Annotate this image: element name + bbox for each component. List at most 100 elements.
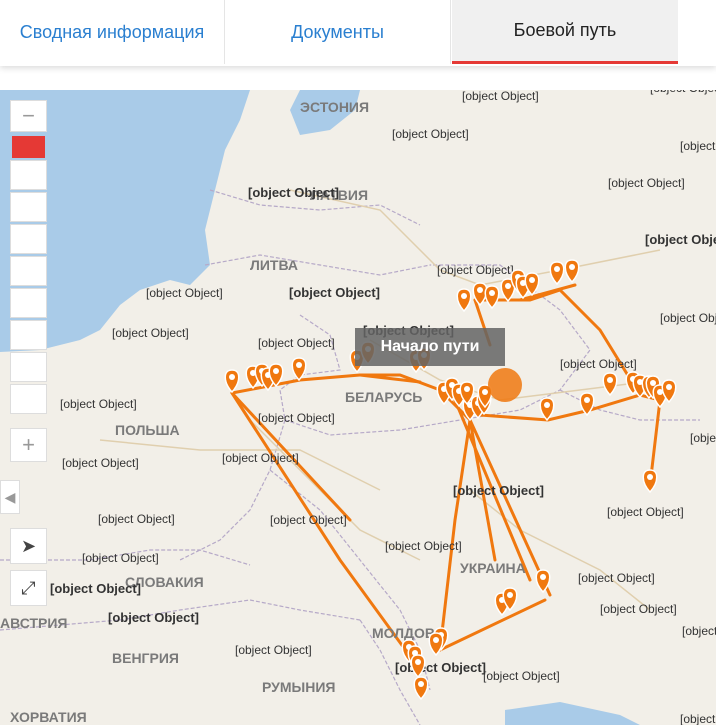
tab-documents[interactable]: Документы	[225, 0, 451, 64]
route-marker-dot	[229, 374, 235, 380]
map-canvas: ЭСТОНИЯ ЛАТВИЯ ЛИТВА БЕЛАРУСЬ ПОЛЬША УКР…	[0, 90, 716, 725]
country-label: ЭСТОНИЯ	[300, 99, 369, 115]
tab-combat-path[interactable]: Боевой путь	[452, 0, 678, 64]
route-marker-dot	[273, 368, 279, 374]
city-label: [object Object]	[235, 643, 312, 657]
city-label: [object Object]	[50, 581, 141, 596]
minus-icon: −	[22, 103, 35, 128]
route-marker-icon[interactable]	[456, 288, 472, 313]
route-marker-dot	[529, 277, 535, 283]
route-marker-icon[interactable]	[549, 261, 565, 286]
route-marker-icon[interactable]	[539, 397, 555, 422]
route-marker-icon[interactable]	[413, 676, 429, 701]
locate-button[interactable]: ➤	[10, 528, 47, 564]
country-label: АВСТРИЯ	[0, 615, 67, 631]
city-label: [object Object]	[607, 505, 684, 519]
navigation-arrow-icon: ➤	[20, 535, 37, 556]
route-marker-dot	[296, 362, 302, 368]
route-marker-dot	[607, 377, 613, 383]
city-label: [object Object]	[258, 336, 335, 350]
route-marker-dot	[477, 287, 483, 293]
zoom-step[interactable]	[10, 288, 47, 318]
city-label: [object Object]	[483, 669, 560, 683]
city-label: [object Object]	[270, 513, 347, 527]
city-label: [object Object]	[392, 127, 469, 141]
zoom-step[interactable]	[10, 224, 47, 254]
route-marker-dot	[433, 637, 439, 643]
city-label: [object Object]	[385, 539, 462, 553]
country-label: ХОРВАТИЯ	[10, 709, 87, 725]
city-label: [object Object]	[682, 624, 716, 638]
start-tooltip-text: Начало пути	[380, 338, 480, 355]
zoom-out-button[interactable]: −	[10, 100, 47, 132]
city-label: [object Object]	[248, 185, 339, 200]
zoom-step[interactable]	[10, 352, 47, 382]
country-label: БЕЛАРУСЬ	[345, 389, 422, 405]
route-marker-dot	[569, 264, 575, 270]
zoom-step[interactable]	[10, 192, 47, 222]
route-marker-dot	[415, 659, 421, 665]
city-label: [object Object]	[660, 311, 716, 325]
route-marker-dot	[544, 402, 550, 408]
zoom-level-indicator	[12, 136, 45, 158]
country-label: ВЕНГРИЯ	[112, 650, 179, 666]
collapse-panel-button[interactable]: ◀	[0, 480, 20, 514]
chevron-left-icon: ◀	[4, 488, 16, 505]
city-label: [object Object]	[650, 90, 716, 95]
city-label: [object Object]	[62, 456, 139, 470]
city-label: [object Object]	[680, 712, 716, 725]
country-label: РУМЫНИЯ	[262, 679, 335, 695]
tab-bar: Сводная информация Документы Боевой путь	[0, 0, 716, 66]
city-label: [object Object]	[82, 551, 159, 565]
zoom-step[interactable]	[10, 384, 47, 414]
city-label: [object Object]	[560, 357, 637, 371]
route-marker-dot	[650, 380, 656, 386]
route-marker-dot	[489, 290, 495, 296]
route-marker-icon[interactable]	[224, 369, 240, 394]
country-label: УКРАИНА	[460, 560, 526, 576]
city-label: [object Object]	[645, 232, 716, 247]
city-label: [object Object]	[462, 90, 539, 103]
city-label: [object Object]	[608, 176, 685, 190]
route-marker-dot	[584, 397, 590, 403]
zoom-step[interactable]	[10, 256, 47, 286]
route-marker-icon[interactable]	[484, 285, 500, 310]
zoom-step[interactable]	[10, 160, 47, 190]
zoom-step[interactable]	[10, 320, 47, 350]
city-label: [object Object]	[578, 571, 655, 585]
route-marker-dot	[647, 474, 653, 480]
city-label: [object Object]	[690, 431, 716, 445]
zoom-in-button[interactable]: +	[10, 428, 47, 462]
tab-documents-label: Документы	[291, 21, 384, 42]
city-label: [object Object]	[108, 610, 199, 625]
city-label: [object Object]	[60, 397, 137, 411]
plus-icon: +	[22, 432, 35, 457]
route-marker-icon[interactable]	[564, 259, 580, 284]
city-label: [object Object]	[600, 602, 677, 616]
black-sea	[505, 702, 640, 725]
country-label: ЛИТВА	[250, 257, 298, 273]
route-marker-icon[interactable]	[642, 469, 658, 494]
route-marker-dot	[464, 386, 470, 392]
route-marker-icon[interactable]	[291, 357, 307, 382]
fullscreen-button[interactable]: ⤢	[10, 570, 47, 606]
route-marker-dot	[554, 266, 560, 272]
route-marker-icon[interactable]	[602, 372, 618, 397]
route-marker-dot	[540, 574, 546, 580]
tab-summary[interactable]: Сводная информация	[0, 0, 225, 64]
tab-summary-label: Сводная информация	[19, 21, 205, 42]
route-marker-dot	[482, 389, 488, 395]
route-marker-icon[interactable]	[428, 632, 444, 657]
city-label: [object Object]	[98, 512, 175, 526]
city-label: [object Object]	[289, 285, 380, 300]
map-area[interactable]: ЭСТОНИЯ ЛАТВИЯ ЛИТВА БЕЛАРУСЬ ПОЛЬША УКР…	[0, 90, 716, 725]
start-person-icon[interactable]	[488, 368, 522, 402]
city-label: [object Object]	[112, 326, 189, 340]
country-label: ПОЛЬША	[115, 422, 180, 438]
city-label: [object Object]	[680, 139, 716, 153]
route-marker-dot	[461, 293, 467, 299]
route-marker-dot	[507, 592, 513, 598]
start-tooltip: Начало пути	[355, 328, 505, 366]
expand-icon: ⤢	[21, 577, 36, 598]
tab-combat-path-label: Боевой путь	[513, 20, 617, 40]
